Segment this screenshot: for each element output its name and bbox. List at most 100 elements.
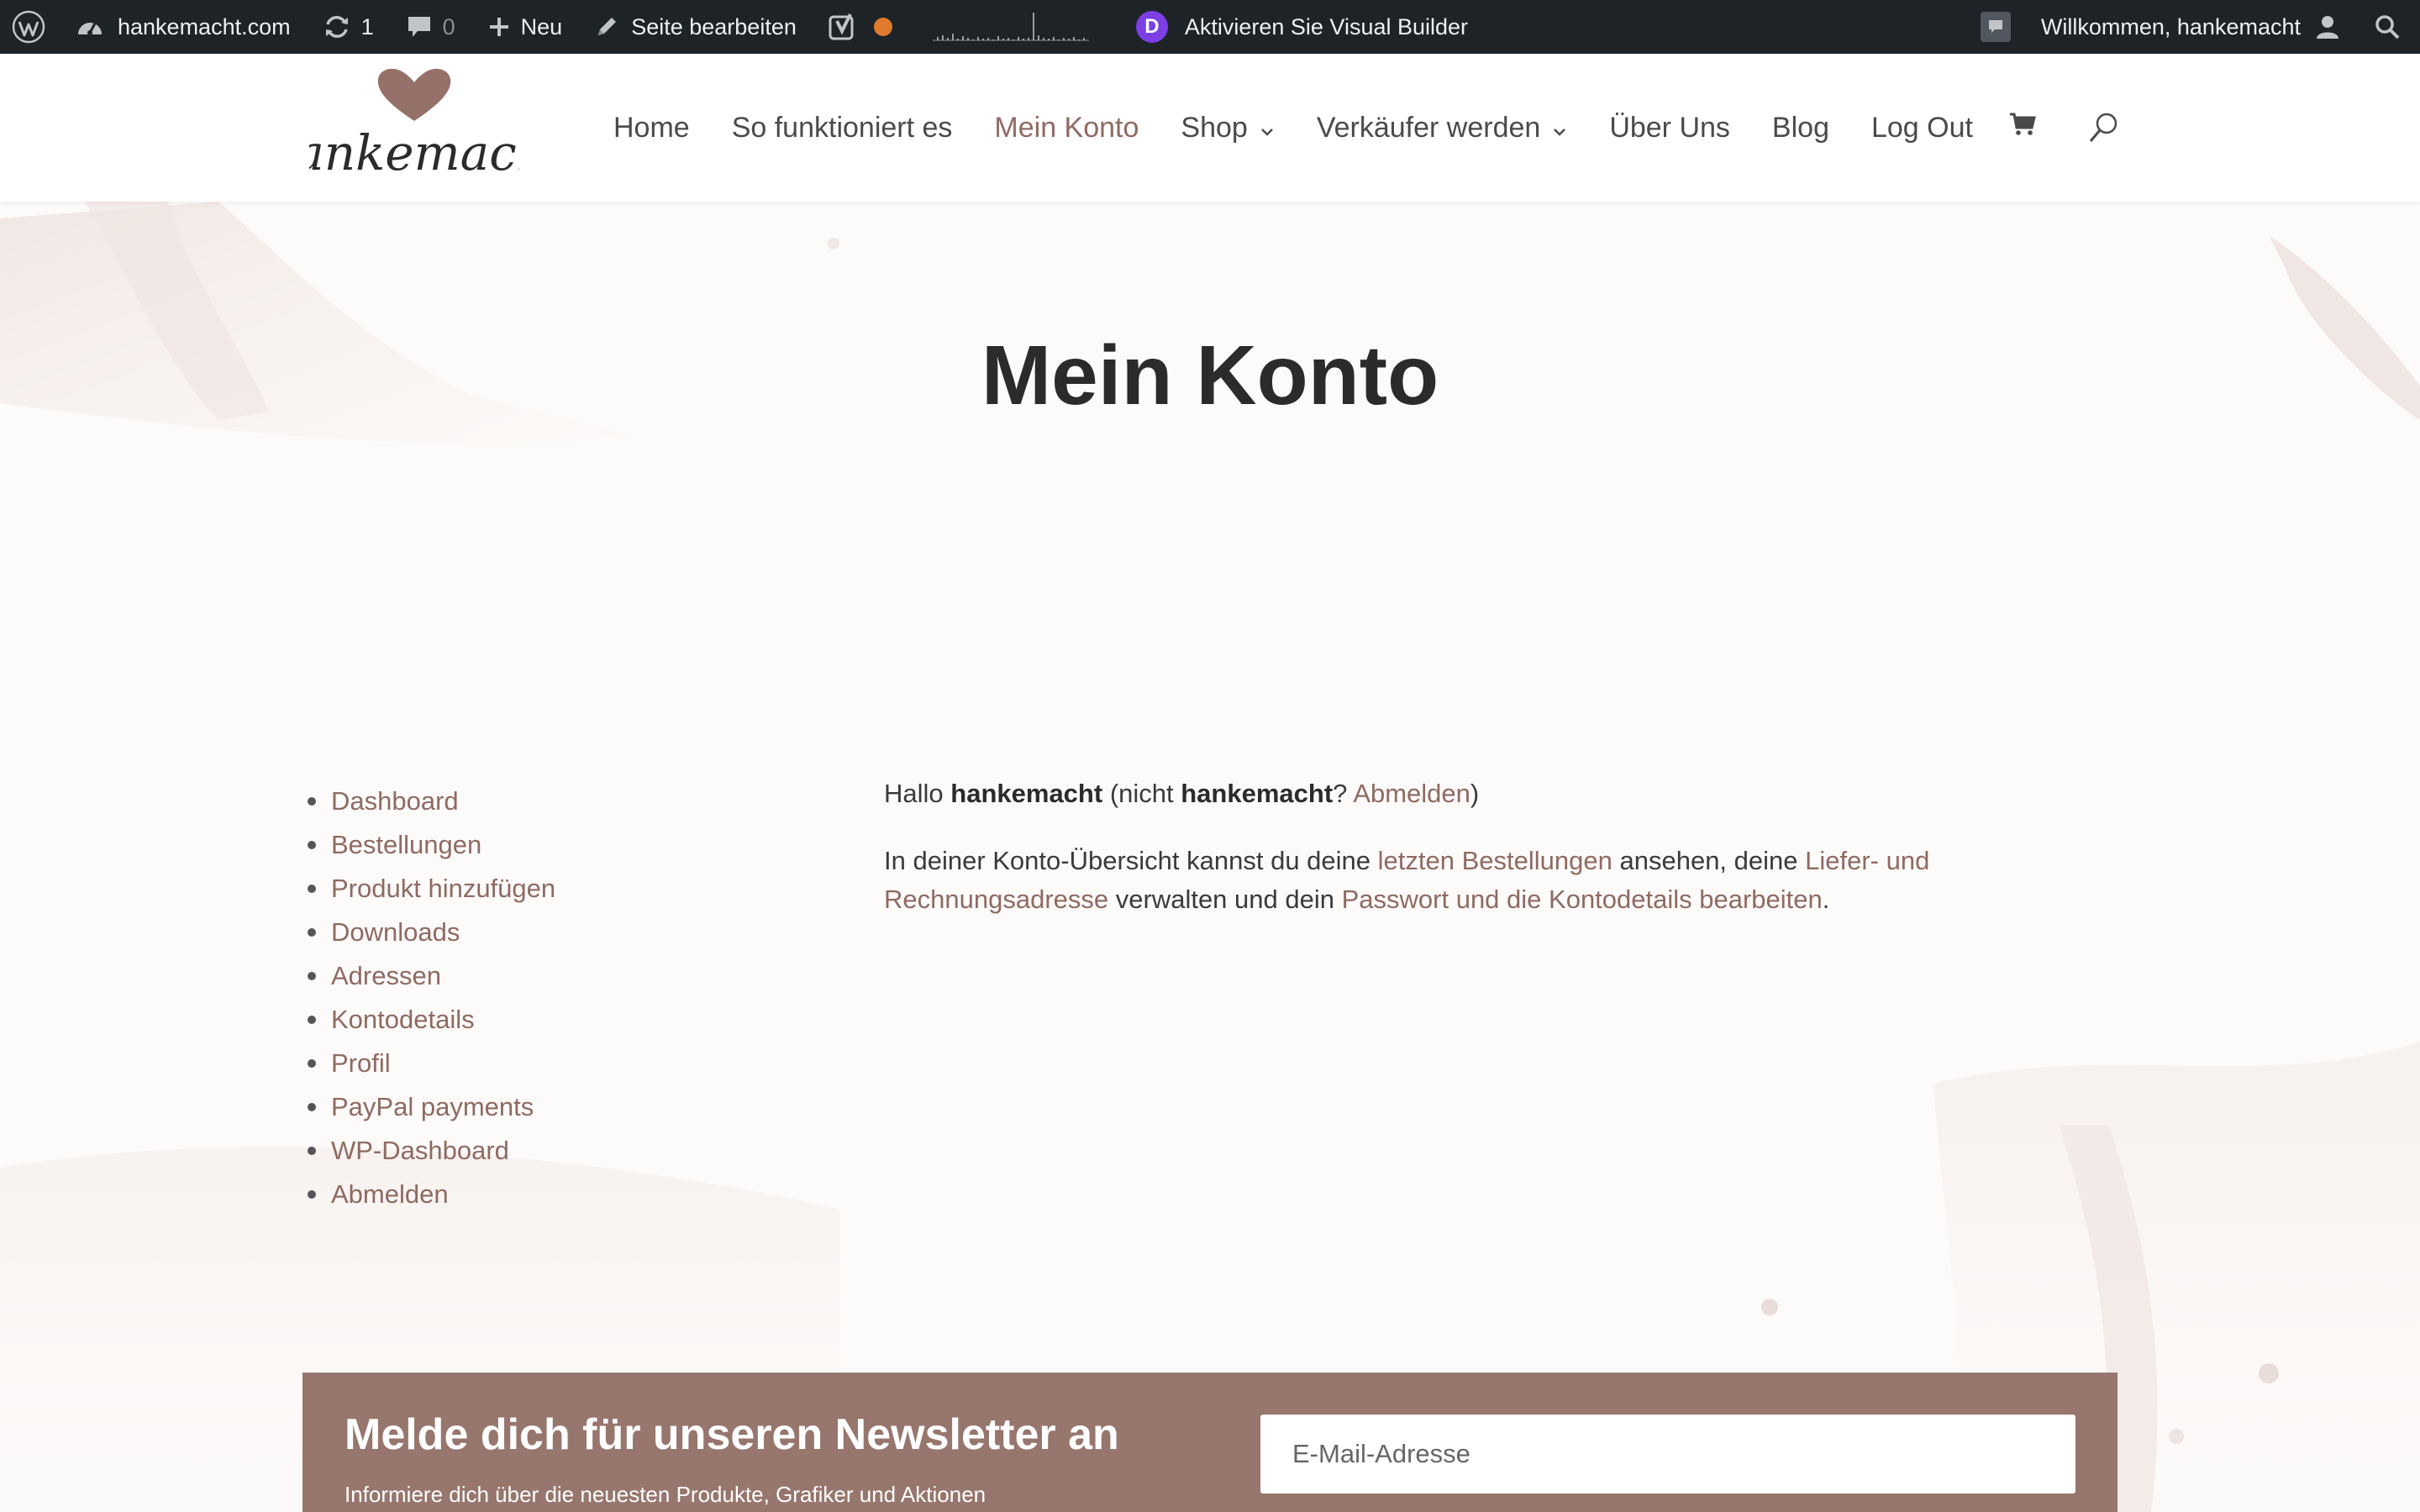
nav-item-log-out[interactable]: Log Out [1871,112,1973,144]
greeting-username-repeat: hankemacht [1181,779,1334,808]
comments-count: 0 [442,13,455,39]
account-nav-item-profile: Profil [302,1042,555,1085]
account-nav-item-account-details: Kontodetails [302,998,555,1042]
account-nav-item-logout: Abmelden [302,1173,555,1216]
list-bullet [308,841,316,849]
traffic-sparkline-graph [932,13,1089,41]
account-nav-link-account-details[interactable]: Kontodetails [331,1005,475,1035]
traffic-sparkline[interactable] [923,0,1099,54]
admin-search-button[interactable] [2349,0,2420,54]
greeting-not-text: (nicht [1109,779,1174,808]
account-nav-item-wp-dashboard: WP-Dashboard [302,1129,555,1173]
nav-item-my-account[interactable]: Mein Konto [994,112,1139,144]
nav-item-home[interactable]: Home [613,112,690,144]
list-bullet [308,885,316,893]
greeting-prefix: Hallo [884,779,944,808]
new-label: Neu [520,13,563,39]
account-nav-item-orders: Bestellungen [302,823,555,867]
logo-wordmark: Hankemacht [309,124,519,181]
divi-logo-icon: D [1135,11,1168,43]
nav-shop-label: Shop [1181,111,1248,144]
header-search-button[interactable] [2087,111,2121,149]
nav-become-seller-label: Verkäufer werden [1316,111,1541,144]
account-nav-link-downloads[interactable]: Downloads [331,917,460,948]
newsletter-title: Melde dich für unseren Newsletter an [345,1410,1119,1459]
account-nav-item-paypal: PayPal payments [302,1085,555,1129]
updates-count: 1 [360,13,374,39]
account-nav-link-profile[interactable]: Profil [331,1048,391,1079]
search-icon [2375,14,2400,39]
nav-item-how-it-works[interactable]: So funktioniert es [732,112,953,144]
updates-menu[interactable]: 1 [314,0,382,54]
overview-paragraph: In deiner Konto-Übersicht kannst du dein… [884,842,1976,919]
account-nav-link-wp-dashboard[interactable]: WP-Dashboard [331,1136,509,1166]
list-bullet [308,797,316,806]
nav-how-it-works-label: So funktioniert es [731,111,953,144]
my-account-menu[interactable]: Willkommen, hankemacht [2033,0,2349,54]
overview-text-3: verwalten und dein [1115,885,1334,914]
edit-page-label: Seite bearbeiten [631,13,797,39]
site-logo[interactable]: Hankemacht [252,62,568,197]
nav-my-account-label: Mein Konto [994,111,1139,144]
account-nav-item-add-product: Produkt hinzufügen [302,867,555,911]
nav-item-become-seller[interactable]: Verkäufer werden [1317,112,1568,144]
overview-text-1: In deiner Konto-Übersicht kannst du dein… [884,846,1371,875]
nav-item-blog[interactable]: Blog [1772,112,1829,144]
greeting-paragraph: Hallo hankemacht (nicht hankemacht? Abme… [884,774,1976,813]
primary-navigation: Home So funktioniert es Mein Konto Shop … [613,54,2037,202]
account-nav-item-dashboard: Dashboard [302,780,555,823]
account-nav-link-logout[interactable]: Abmelden [331,1179,449,1210]
cart-button[interactable] [2008,112,2037,144]
page-title: Mein Konto [981,328,1439,423]
newsletter-section: Melde dich für unseren Newsletter an Inf… [302,1373,2118,1512]
account-details-link[interactable]: Passwort und die Kontodetails bearbeiten [1342,885,1823,914]
overview-text-2: ansehen, deine [1619,846,1798,875]
account-navigation: Dashboard Bestellungen Produkt hinzufüge… [302,780,555,1216]
notifications-button[interactable] [1972,0,2019,54]
seo-status-dot [873,18,892,36]
wp-admin-bar: hankemacht.com 1 0 Neu Seite bearbeiten … [0,0,2420,54]
greeting-end: ) [1470,779,1480,808]
newsletter-email-input[interactable] [1260,1415,2075,1494]
nav-item-about-us[interactable]: Über Uns [1609,112,1730,144]
nav-item-shop[interactable]: Shop [1181,112,1274,144]
yoast-logo-icon [829,13,859,41]
nav-home-label: Home [613,111,690,144]
list-bullet [308,1059,316,1068]
account-nav-item-downloads: Downloads [302,911,555,954]
account-nav-item-addresses: Adressen [302,954,555,998]
greeting-question-mark: ? [1333,779,1348,808]
nav-about-us-label: Über Uns [1609,111,1730,144]
comment-bubble-icon [406,14,433,39]
account-nav-link-addresses[interactable]: Adressen [331,961,441,991]
site-header: Hankemacht Home So funktioniert es Mein … [0,54,2420,202]
yoast-seo-menu[interactable] [820,0,901,54]
list-bullet [308,1103,316,1111]
recent-orders-link[interactable]: letzten Bestellungen [1378,846,1612,875]
notification-bubble-icon [1980,12,2011,42]
nav-blog-label: Blog [1771,111,1829,144]
account-nav-link-paypal[interactable]: PayPal payments [331,1092,534,1122]
overview-text-4: . [1822,885,1830,914]
chevron-down-icon [1260,112,1275,144]
greeting-username: hankemacht [950,779,1103,808]
visual-builder-link[interactable]: D Aktivieren Sie Visual Builder [1128,0,1476,54]
list-bullet [308,1147,316,1155]
heart-logo-icon: Hankemacht [252,68,568,181]
visual-builder-label: Aktivieren Sie Visual Builder [1184,13,1469,39]
account-nav-link-add-product[interactable]: Produkt hinzufügen [331,874,555,904]
list-bullet [308,1016,316,1024]
list-bullet [308,972,316,980]
comments-menu[interactable]: 0 [397,0,464,54]
chevron-down-icon [1552,112,1567,144]
account-nav-link-dashboard[interactable]: Dashboard [331,786,459,816]
greeting-logout-link[interactable]: Abmelden [1353,779,1470,808]
welcome-label: Willkommen, hankemacht [2040,13,2301,39]
site-name-menu[interactable]: hankemacht.com [67,0,299,54]
shopping-cart-icon [2008,112,2037,144]
wordpress-logo-icon[interactable] [0,0,67,54]
account-nav-link-orders[interactable]: Bestellungen [331,830,481,860]
new-content-menu[interactable]: Neu [479,0,571,54]
edit-page-link[interactable]: Seite bearbeiten [586,0,805,54]
list-bullet [308,1190,316,1199]
